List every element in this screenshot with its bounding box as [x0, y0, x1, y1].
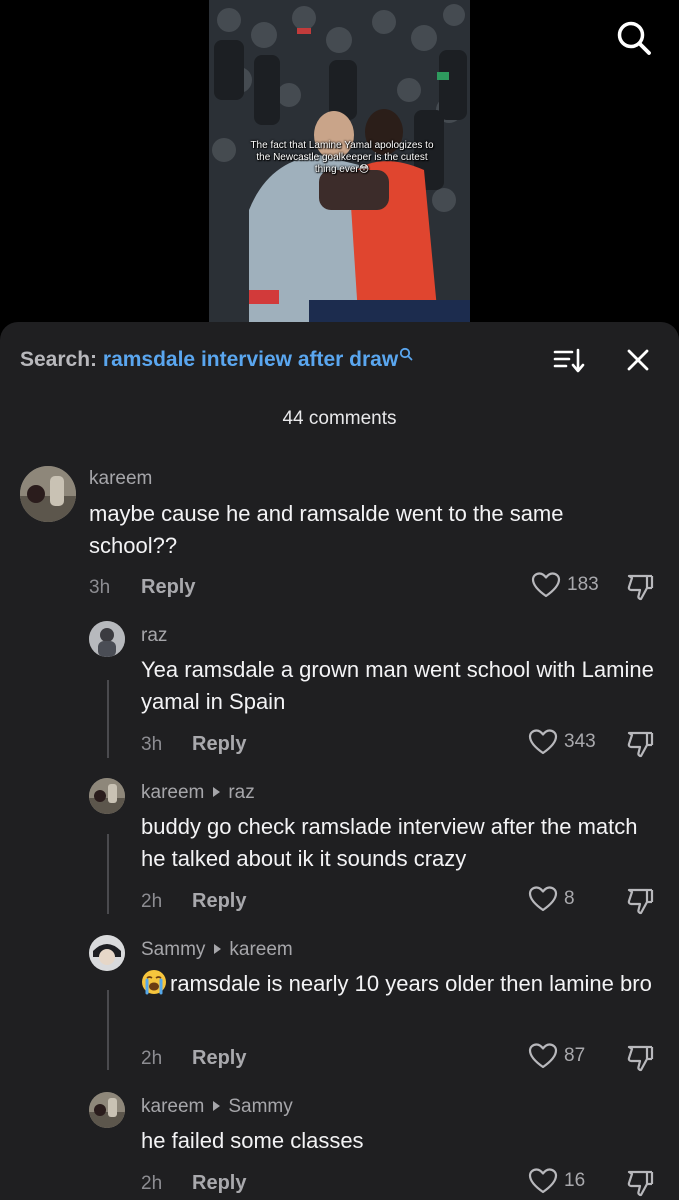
avatar[interactable] — [89, 621, 125, 657]
thumbs-down-icon — [627, 574, 654, 601]
like-button[interactable]: 87 — [528, 1042, 585, 1070]
comment-author[interactable]: kareem — [141, 782, 204, 803]
avatar[interactable] — [89, 778, 125, 814]
dislike-button[interactable] — [625, 729, 655, 759]
dislike-button[interactable] — [625, 1043, 655, 1073]
comment-count: 44 comments — [282, 408, 397, 429]
dislike-button[interactable] — [625, 572, 655, 602]
heart-icon — [528, 1043, 558, 1069]
dislike-button[interactable] — [625, 886, 655, 916]
thumbs-down-icon — [627, 1045, 654, 1072]
like-button[interactable]: 16 — [528, 1167, 585, 1195]
thumbs-down-icon — [627, 731, 654, 758]
comment-time: 3h — [141, 734, 163, 755]
reply-button[interactable]: Reply — [141, 576, 195, 599]
video-thumbnail[interactable]: The fact that Lamine Yamal apologizes to… — [209, 0, 470, 330]
heart-icon — [528, 729, 558, 755]
comment-text: maybe cause he and ramsalde went to the … — [89, 501, 564, 558]
reply-button[interactable]: Reply — [192, 890, 246, 913]
avatar[interactable] — [89, 1092, 125, 1128]
sort-button[interactable] — [552, 346, 586, 376]
reply-arrow-icon — [214, 944, 222, 954]
dislike-button[interactable] — [625, 1168, 655, 1198]
comment-item: Sammy kareem ramsdale is nearly 10 years … — [0, 933, 679, 1083]
sort-icon — [553, 348, 585, 373]
like-count: 183 — [567, 574, 599, 595]
search-query-link[interactable]: ramsdale interview after draw — [103, 348, 398, 371]
comment-item: kareem maybe cause he and ramsalde went … — [0, 462, 679, 612]
comment-item: kareem Sammy he failed some classes 2h Re… — [0, 1090, 679, 1200]
comment-time: 3h — [89, 577, 111, 598]
comment-username[interactable]: kareem — [89, 468, 152, 490]
like-count: 8 — [564, 888, 575, 909]
avatar[interactable] — [20, 466, 76, 522]
like-button[interactable]: 8 — [528, 885, 575, 913]
comments-panel: Search: ramsdale interview after draw 44… — [0, 322, 679, 1200]
reply-arrow-icon — [213, 787, 221, 797]
close-icon — [627, 349, 649, 371]
comment-username[interactable]: raz — [141, 625, 167, 647]
search-icon — [617, 21, 651, 55]
reply-button[interactable]: Reply — [192, 733, 246, 756]
reply-target[interactable]: Sammy — [228, 1096, 292, 1117]
comment-text: he failed some classes — [141, 1128, 364, 1153]
comment-author[interactable]: Sammy — [141, 939, 205, 960]
search-prefix: Search: — [20, 348, 98, 371]
comment-time: 2h — [141, 891, 163, 912]
comment-username[interactable]: kareem Sammy — [141, 1096, 293, 1118]
search-suggestion[interactable]: Search: ramsdale interview after draw — [20, 347, 413, 373]
like-button[interactable]: 183 — [531, 571, 599, 599]
comment-time: 2h — [141, 1048, 163, 1069]
like-count: 16 — [564, 1170, 586, 1191]
heart-icon — [531, 572, 561, 598]
comment-author[interactable]: kareem — [141, 1096, 204, 1117]
crying-emoji-icon — [141, 969, 167, 995]
comment-username[interactable]: kareem raz — [141, 782, 255, 804]
comments-header: Search: ramsdale interview after draw — [0, 322, 679, 398]
comment-item: kareem raz buddy go check ramslade interv… — [0, 776, 679, 926]
comment-text: Yea ramsdale a grown man went school wit… — [141, 657, 654, 714]
search-icon — [400, 347, 413, 361]
heart-icon — [528, 1168, 558, 1194]
video-caption: The fact that Lamine Yamal apologizes to… — [250, 140, 434, 175]
comment-text: ramsdale is nearly 10 years older then l… — [141, 968, 661, 1000]
reply-arrow-icon — [213, 1101, 221, 1111]
comment-time: 2h — [141, 1173, 163, 1194]
thumbs-down-icon — [627, 888, 654, 915]
reply-button[interactable]: Reply — [192, 1047, 246, 1070]
avatar[interactable] — [89, 935, 125, 971]
reply-target[interactable]: raz — [228, 782, 254, 803]
heart-icon — [528, 886, 558, 912]
comment-text-body: ramsdale is nearly 10 years older then l… — [170, 971, 652, 996]
reply-target[interactable]: kareem — [229, 939, 292, 960]
like-button[interactable]: 343 — [528, 728, 596, 756]
reply-button[interactable]: Reply — [192, 1172, 246, 1195]
comment-item: raz Yea ramsdale a grown man went school… — [0, 619, 679, 769]
search-button[interactable] — [612, 16, 656, 60]
like-count: 87 — [564, 1045, 586, 1066]
comment-username[interactable]: Sammy kareem — [141, 939, 293, 961]
close-button[interactable] — [622, 344, 654, 376]
comment-text: buddy go check ramslade interview after … — [141, 814, 638, 871]
thumbs-down-icon — [627, 1170, 654, 1197]
like-count: 343 — [564, 731, 596, 752]
video-area: The fact that Lamine Yamal apologizes to… — [0, 0, 679, 340]
